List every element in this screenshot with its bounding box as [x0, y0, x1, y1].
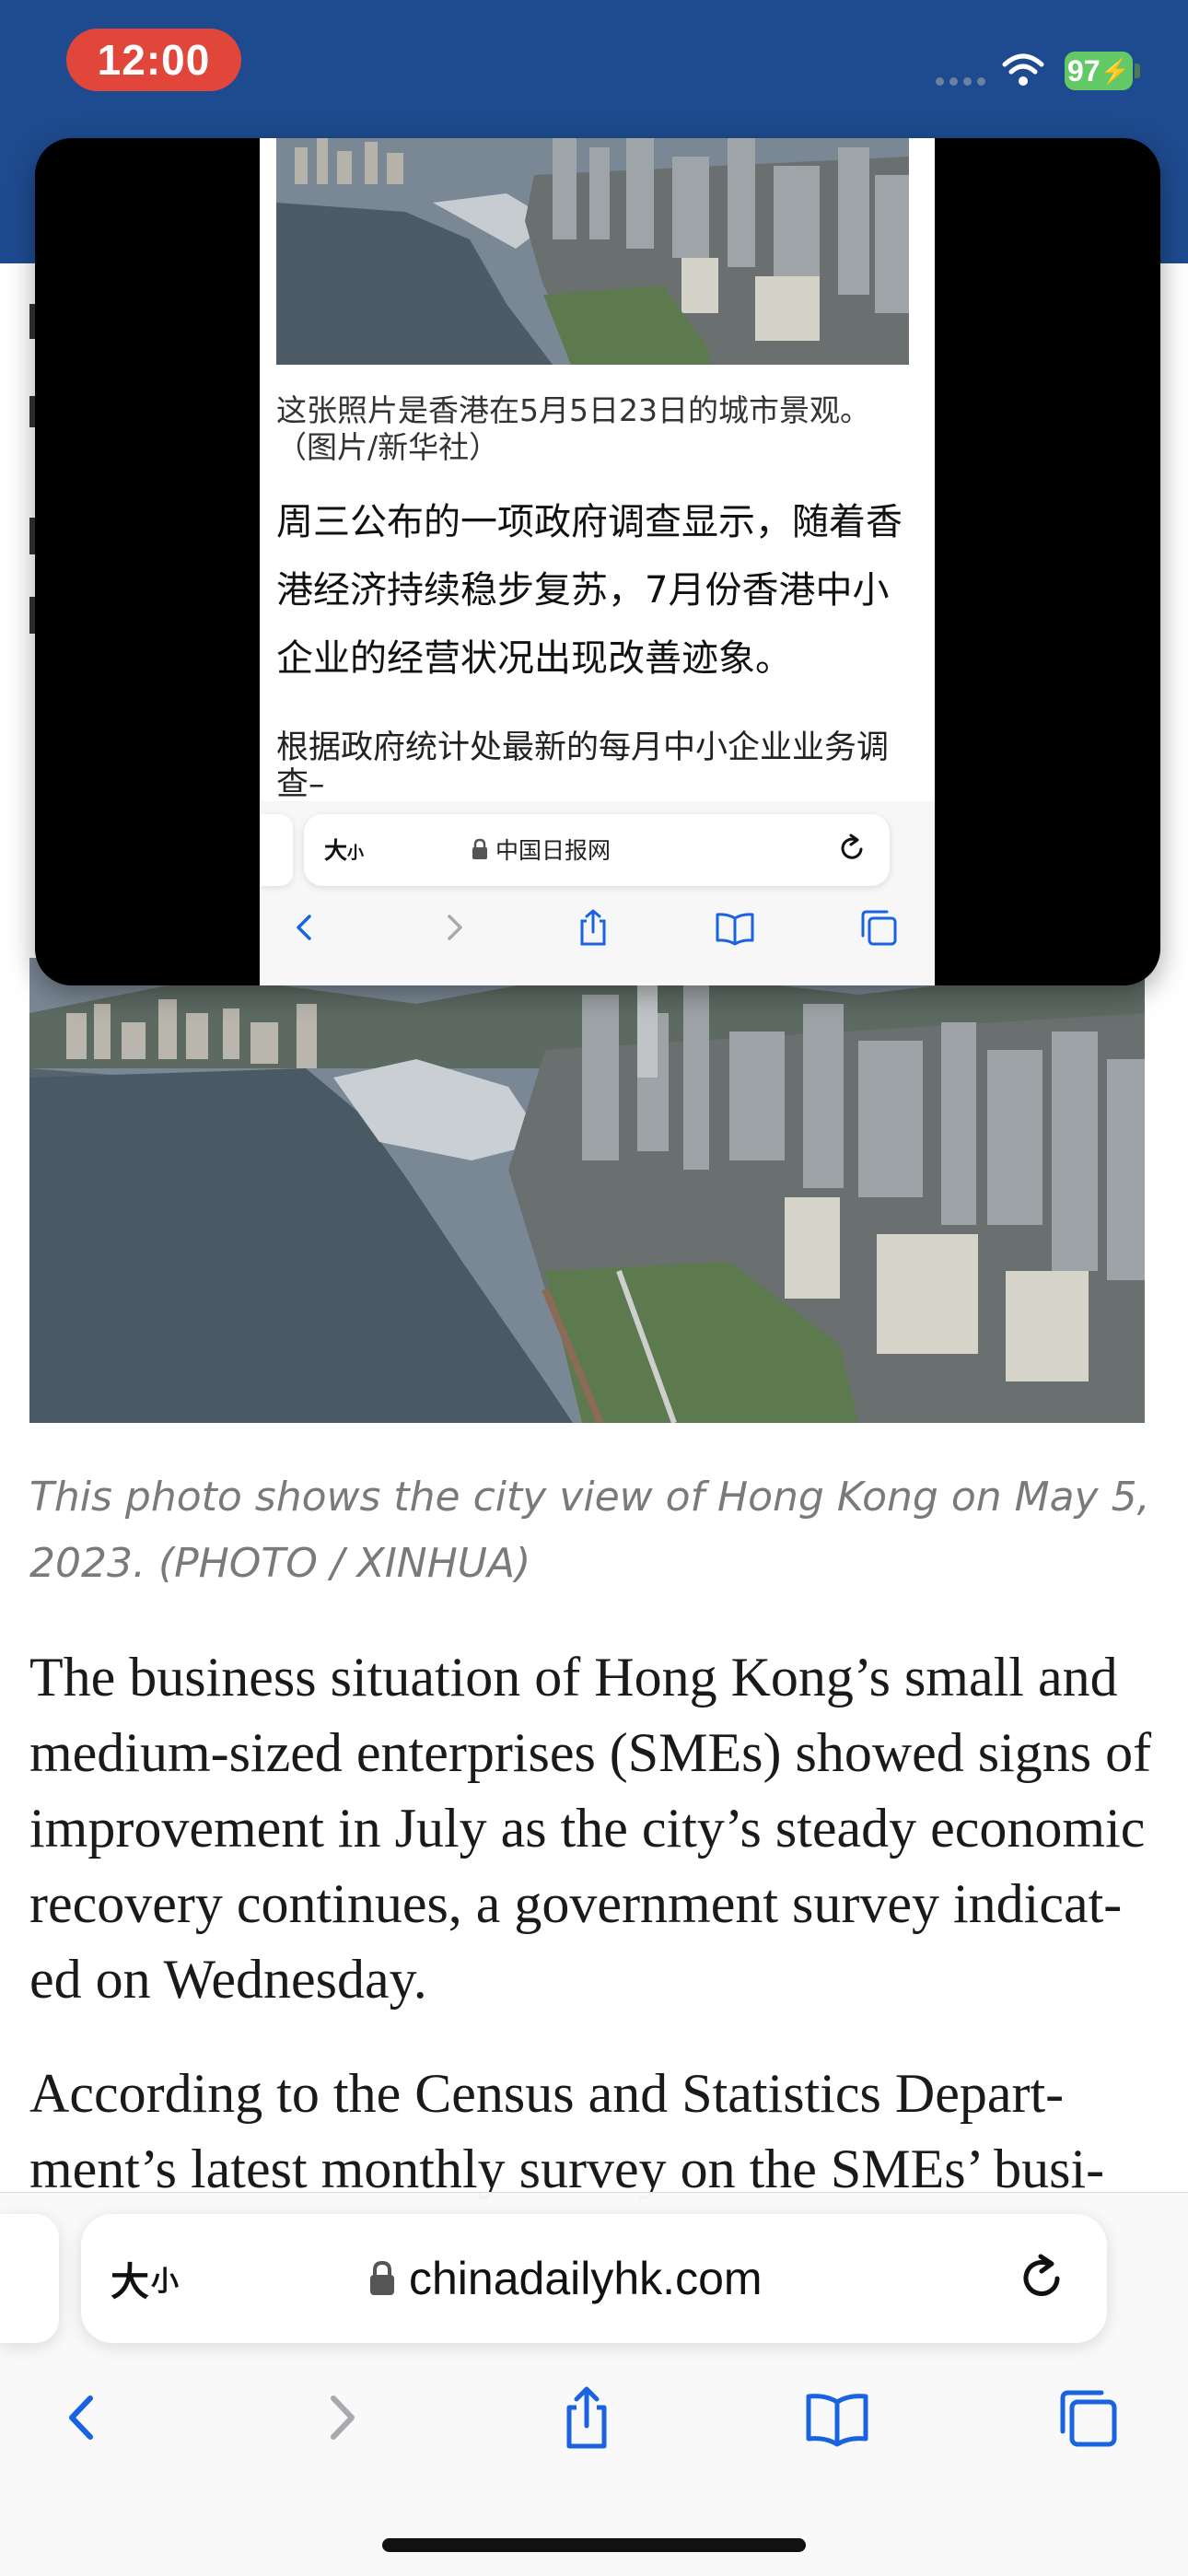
wifi-icon	[1002, 52, 1044, 88]
forward-icon[interactable]	[304, 2384, 372, 2452]
overlay-photo-caption: 这张照片是香港在5月5日23日的城市景观。（图片/新华社）	[276, 392, 870, 465]
hong-kong-cityscape-image	[29, 958, 1145, 1423]
cellular-signal-icon	[936, 77, 991, 87]
hong-kong-cityscape-thumbnail	[276, 138, 909, 365]
tabs-icon[interactable]	[1054, 2384, 1122, 2452]
overlay-url-text: 中国日报网	[495, 838, 611, 864]
article-paragraph: The business situation of Hong Kong’s sm…	[29, 1647, 1152, 2010]
overlay-url-display: 中国日报网	[472, 831, 693, 868]
overlay-bookmarks-icon	[715, 907, 755, 948]
article-paragraph: According to the Census and Statistics D…	[29, 2063, 1105, 2199]
previous-tab-peek[interactable]	[0, 2214, 59, 2343]
overlay-text-size-small: 小	[347, 844, 365, 862]
overlay-article-photo	[276, 138, 909, 365]
reload-icon[interactable]	[1017, 2251, 1068, 2306]
overlay-lock-icon	[472, 838, 487, 859]
charging-icon: ⚡	[1100, 56, 1130, 85]
back-icon[interactable]	[52, 2384, 120, 2452]
text-size-large: 大	[111, 2259, 150, 2303]
text-size-button[interactable]: 大小	[111, 2251, 193, 2306]
overlay-tabs-icon	[858, 907, 899, 948]
battery-cap	[1135, 64, 1140, 78]
overlay-article-paragraph: 周三公布的一项政府调查显示，随着香港经济持续稳步复苏，7月份香港中小企业的经营状…	[276, 501, 903, 680]
overlay-previous-tab-peek	[260, 814, 293, 886]
overlay-article-paragraph: 根据政府统计处最新的每月中小企业业务调查–	[276, 729, 890, 803]
overlay-back-icon	[285, 907, 326, 948]
url-text: chinadailyhk.com	[409, 2253, 763, 2304]
overlay-share-icon	[573, 907, 613, 948]
share-icon[interactable]	[553, 2384, 621, 2452]
overlay-text-size-large: 大	[324, 838, 348, 864]
overlay-reload-icon	[836, 833, 868, 866]
battery-indicator: 97 ⚡	[1065, 52, 1133, 90]
home-indicator[interactable]	[382, 2538, 806, 2552]
lock-icon	[370, 2260, 394, 2295]
bookmarks-icon[interactable]	[803, 2384, 871, 2452]
article-photo[interactable]	[29, 958, 1145, 1423]
photo-caption: This photo shows the city view of Hong K…	[29, 1474, 1150, 1587]
battery-level: 97	[1067, 53, 1101, 87]
status-time[interactable]: 12:00	[66, 29, 241, 91]
text-size-small: 小	[151, 2267, 180, 2297]
overlay-forward-icon	[433, 907, 473, 948]
overlay-text-size-button: 大小	[324, 833, 364, 866]
url-display[interactable]: chinadailyhk.com	[368, 2247, 847, 2310]
